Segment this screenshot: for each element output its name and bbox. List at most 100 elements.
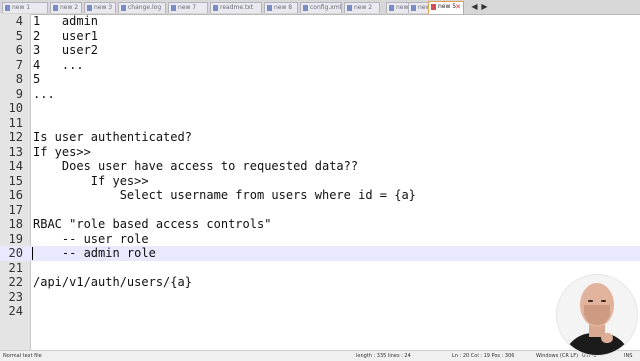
editor-tab[interactable]: config.xml	[300, 2, 342, 13]
presenter-eye	[601, 300, 606, 302]
editor-tab[interactable]: new 7	[168, 2, 208, 13]
line-number: 9	[15, 86, 23, 101]
line-number: 6	[15, 43, 23, 57]
line-text: -- user role	[33, 231, 149, 246]
editor-line[interactable]: 15 If yes>>	[0, 174, 640, 189]
editor-tab[interactable]: new 1	[2, 2, 48, 13]
line-number: 17	[8, 202, 23, 217]
webcam-presenter-overlay	[556, 274, 638, 356]
line-number: 5	[15, 28, 23, 43]
tab-label: new 8	[274, 4, 293, 11]
editor-line[interactable]: 13 If yes>>	[0, 145, 640, 160]
editor-line[interactable]: 18 RBAC "role based access controls"	[0, 217, 640, 232]
line-number: 12	[8, 130, 23, 144]
document-icon	[87, 5, 92, 11]
editor-tab[interactable]: new 2	[344, 2, 380, 13]
line-text: 5	[33, 72, 41, 86]
tab-label: new 7	[178, 4, 197, 11]
line-number: 24	[8, 304, 23, 318]
tab-label: new 2	[60, 4, 79, 11]
line-number: 22	[8, 275, 23, 289]
line-text: If yes>>	[33, 144, 91, 159]
tab-label: new 2	[354, 4, 373, 11]
line-number: 15	[8, 173, 23, 188]
line-text: Is user authenticated?	[33, 130, 192, 144]
line-number: 23	[8, 289, 23, 304]
document-icon	[213, 5, 218, 11]
tab-bar: new 1 new 2 new 3 change.log new 7 readme.txt…	[0, 0, 640, 15]
tab-label: readme.txt	[220, 4, 254, 11]
close-icon[interactable]: ✕	[455, 2, 461, 12]
document-icon	[53, 5, 58, 11]
tab-label: config.xml	[310, 4, 342, 11]
editor-line[interactable]: 20 -- admin role	[0, 246, 640, 261]
line-number: 4	[15, 14, 23, 28]
tab-label: new 5	[438, 3, 457, 10]
editor-tab[interactable]: new 5 ✕	[428, 1, 464, 14]
editor-line[interactable]: 9...	[0, 87, 640, 102]
text-editor[interactable]: 41 admin 5 2 user1 6 3 user2 7 4 ... 8 5 9... 10 11…	[0, 14, 640, 350]
line-text: Select username from users where id = {a…	[33, 188, 416, 202]
document-icon	[303, 5, 308, 11]
document-icon	[411, 5, 416, 11]
document-icon	[431, 4, 436, 10]
editor-line[interactable]: 16 Select username from users where id =…	[0, 188, 640, 203]
editor-tab[interactable]: new 2	[50, 2, 82, 13]
document-icon	[347, 5, 352, 11]
line-number: 14	[8, 159, 23, 173]
line-number: 10	[8, 101, 23, 115]
document-icon	[389, 5, 394, 11]
line-number: 20	[8, 246, 23, 260]
editor-line[interactable]: 4 1 admin	[0, 14, 640, 29]
line-number: 18	[8, 217, 23, 231]
presenter-eye	[588, 300, 593, 302]
line-text: RBAC "role based access controls"	[33, 217, 272, 231]
document-icon	[267, 5, 272, 11]
editor-tab[interactable]: change.log	[118, 2, 166, 13]
line-text: Does user have access to requested data?…	[33, 159, 359, 173]
line-number: 11	[8, 115, 23, 130]
editor-line[interactable]: 21	[0, 261, 640, 276]
editor-line[interactable]: 11	[0, 116, 640, 131]
editor-line[interactable]: 12 Is user authenticated?	[0, 130, 640, 145]
editor-line[interactable]: 23	[0, 290, 640, 305]
document-icon	[5, 5, 10, 11]
document-icon	[121, 5, 126, 11]
line-number: 7	[15, 57, 23, 72]
editor-line[interactable]: 17	[0, 203, 640, 218]
editor-tab[interactable]: new 3	[84, 2, 116, 13]
line-text: ...	[33, 86, 55, 101]
tab-label: change.log	[128, 4, 162, 11]
editor-line[interactable]: 6 3 user2	[0, 43, 640, 58]
line-number: 19	[8, 231, 23, 246]
line-text: -- admin role	[33, 246, 156, 260]
editor-tab[interactable]: readme.txt	[210, 2, 262, 13]
editor-line[interactable]: 5 2 user1	[0, 29, 640, 44]
editor-line[interactable]: 10	[0, 101, 640, 116]
editor-line[interactable]: 14 Does user have access to requested da…	[0, 159, 640, 174]
editor-line[interactable]: 85	[0, 72, 640, 87]
editor-line[interactable]: 7 4 ...	[0, 58, 640, 73]
editor-line[interactable]: 24	[0, 304, 640, 319]
line-text: 4 ...	[33, 57, 84, 72]
document-icon	[171, 5, 176, 11]
editor-tab[interactable]: new 8	[264, 2, 298, 13]
line-text: 3 user2	[33, 43, 99, 57]
line-text: 1 admin	[33, 14, 99, 28]
tab-label: new 1	[12, 4, 31, 11]
line-text: If yes>>	[33, 173, 149, 188]
editor-line[interactable]: 22/api/v1/auth/users/{a}	[0, 275, 640, 290]
line-number: 16	[8, 188, 23, 202]
text-caret	[32, 247, 33, 260]
line-text: 2 user1	[33, 28, 99, 43]
line-number: 13	[8, 144, 23, 159]
presenter-hand	[601, 333, 613, 343]
line-text: /api/v1/auth/users/{a}	[33, 275, 192, 289]
tab-scroll-right-icon[interactable]: ▶	[480, 3, 489, 12]
status-bar: Normal text file length : 335 lines : 24…	[0, 350, 640, 361]
line-number: 21	[8, 260, 23, 275]
tab-scroll-left-icon[interactable]: ◀	[470, 3, 479, 12]
tab-label: new 3	[94, 4, 113, 11]
editor-line[interactable]: 19 -- user role	[0, 232, 640, 247]
line-number: 8	[15, 72, 23, 86]
